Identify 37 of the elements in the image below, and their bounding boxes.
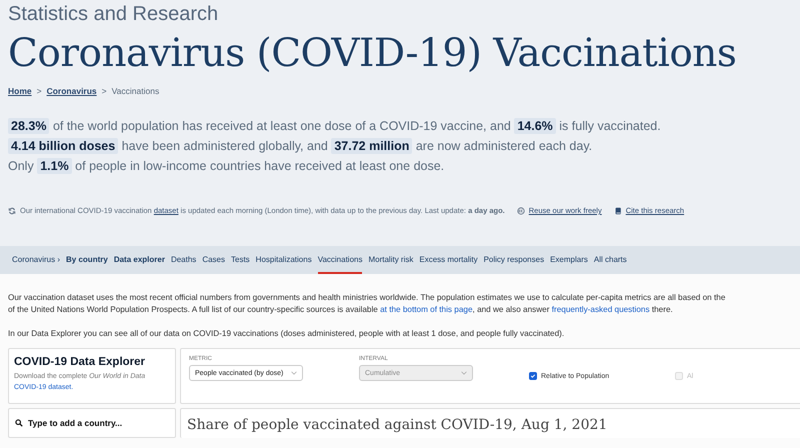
- breadcrumb-link[interactable]: Coronavirus: [46, 86, 97, 96]
- checkbox[interactable]: [529, 372, 537, 380]
- nav-tab[interactable]: Coronavirus ›: [12, 246, 60, 274]
- breadcrumb-separator: >: [36, 86, 42, 96]
- explorer-title: COVID-19 Data Explorer: [14, 356, 146, 368]
- nav-tab[interactable]: Data explorer: [114, 246, 165, 274]
- statistic-sentence: 4.14 billion doses have been administered globally, and 37.72 million are now administered each day.: [8, 136, 800, 156]
- nav-tab[interactable]: All charts: [594, 246, 627, 274]
- statistic-sentence: Only 1.1% of people in low-income countries have received at least one dose.: [8, 157, 446, 176]
- refresh-icon: [8, 206, 16, 214]
- faq-link[interactable]: frequently-asked questions: [552, 305, 650, 314]
- nav-tab[interactable]: Tests: [231, 246, 250, 274]
- statistic-sentence: 28.3% of the world population has received at least one dose of a COVID-19 vaccine, and 14.6% is fully vaccinated.: [8, 116, 800, 136]
- country-search-field[interactable]: Type to add a country...: [8, 408, 176, 438]
- nav-tab[interactable]: By country: [66, 246, 108, 274]
- nav-tab[interactable]: Cases: [202, 246, 225, 274]
- chevron-icon: [291, 371, 297, 375]
- intro-line: of the United Nations World Population Prospects. A full list of our country-specific sources is available at the bottom of this page, and we also answer frequently-asked questions there.: [8, 304, 674, 316]
- explorer-note: In our Data Explorer you can see all of our data on COVID-19 vaccinations (doses administered, people with at least 1 dose, and people fully vaccinated).: [8, 328, 566, 340]
- breadcrumb-link[interactable]: Home: [8, 86, 32, 96]
- nav-tab[interactable]: Policy responses: [484, 246, 544, 274]
- nav-tab[interactable]: Excess mortality: [419, 246, 478, 274]
- breadcrumb-current: Vaccinations: [112, 86, 160, 96]
- nav-tab[interactable]: Mortality risk: [368, 246, 414, 274]
- breadcrumb-separator: >: [102, 86, 107, 96]
- nav-tab[interactable]: Exemplars: [550, 246, 588, 274]
- section-kicker: Statistics and Research: [8, 2, 220, 26]
- nav-tab[interactable]: Deaths: [170, 246, 196, 274]
- book-icon: [614, 206, 622, 214]
- intro-line: Our vaccination dataset uses the most recent official numbers from governments and health ministries worldwide. The population estimates we use to calculate per-capita metrics are all based on the: [8, 292, 726, 304]
- page-title: Coronavirus (COVID-19) Vaccinations: [8, 30, 738, 78]
- nav-tab[interactable]: Hospitalizations: [256, 246, 312, 274]
- creative-commons-icon: [516, 206, 525, 214]
- bottom-of-page-link[interactable]: at the bottom of this page: [380, 305, 473, 314]
- search-icon: [15, 419, 23, 427]
- chevron-icon: [461, 371, 467, 375]
- chart-title: Share of people vaccinated against COVID-19, Aug 1, 2021: [187, 417, 608, 433]
